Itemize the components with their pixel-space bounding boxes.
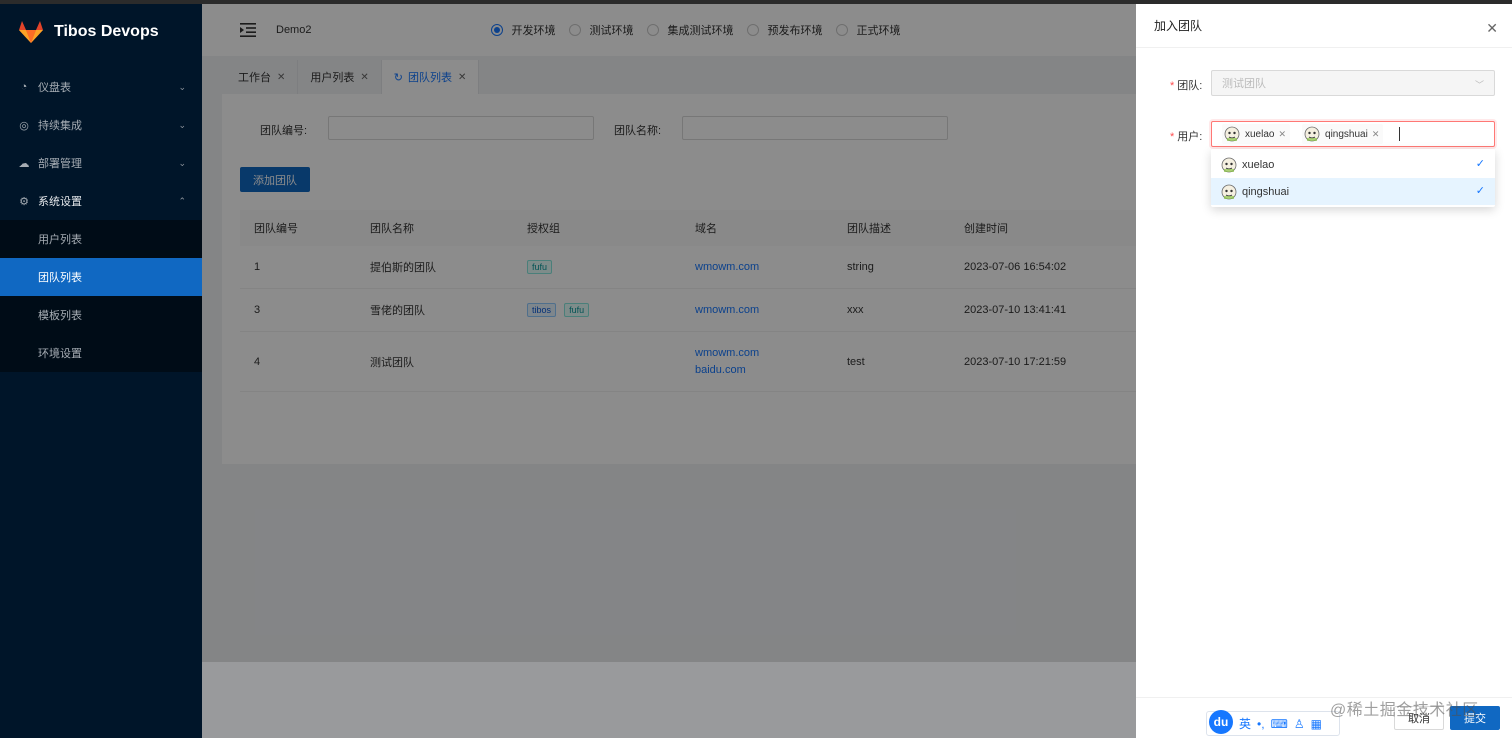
chip-label: qingshuai: [1325, 128, 1368, 140]
menu-item-settings[interactable]: ⚙ 系统设置 ⌃: [0, 182, 202, 220]
team-form-row: * 团队: 测试团队 ﹀: [1136, 70, 1512, 96]
drawer-title: 加入团队: [1136, 4, 1512, 48]
user-form-row: * 用户: xuelao ✕ qingshuai ✕: [1136, 121, 1512, 147]
text-caret: [1399, 127, 1401, 141]
join-team-drawer: 加入团队 ✕ * 团队: 测试团队 ﹀ * 用户: xuelao ✕ qingshu…: [1136, 4, 1512, 738]
sidebar-item-templates[interactable]: 模板列表: [0, 296, 202, 334]
remove-icon[interactable]: ✕: [1372, 129, 1380, 140]
user-field-label: * 用户:: [1170, 128, 1202, 144]
required-mark: *: [1170, 80, 1175, 92]
check-icon: ✓: [1475, 158, 1485, 170]
ime-grid-icon[interactable]: ▦: [1311, 717, 1322, 731]
sidebar-item-teams[interactable]: 团队列表: [0, 258, 202, 296]
ime-keyboard-icon[interactable]: ⌨: [1271, 717, 1288, 731]
drawer-mask[interactable]: [202, 4, 1136, 738]
app-title: Tibos Devops: [54, 23, 159, 40]
ime-punctuation-icon[interactable]: •,: [1257, 717, 1265, 731]
avatar: [1224, 126, 1240, 142]
user-option[interactable]: xuelao ✓: [1211, 151, 1495, 178]
cloud-icon: ☁: [18, 157, 30, 170]
ime-user-icon[interactable]: ♙: [1294, 717, 1305, 731]
settings-submenu: 用户列表 团队列表 模板列表 环境设置: [0, 220, 202, 372]
selected-user-chip: xuelao ✕: [1222, 124, 1291, 144]
chip-label: xuelao: [1245, 128, 1275, 140]
option-label: qingshuai: [1242, 185, 1290, 198]
ci-icon: ◎: [19, 119, 29, 132]
menu-item-dashboard[interactable]: ◔ 仪盘表 ⌄: [0, 68, 202, 106]
settings-icon: ⚙: [19, 195, 29, 208]
window-top-strip: [0, 0, 1512, 4]
team-field-label: * 团队:: [1170, 77, 1202, 93]
menu-label: 部署管理: [38, 158, 82, 170]
menu-label: 系统设置: [38, 196, 82, 208]
team-label-text: 团队:: [1177, 80, 1203, 92]
chevron-down-icon: ⌄: [178, 81, 186, 92]
close-icon[interactable]: ✕: [1486, 20, 1498, 37]
remove-icon[interactable]: ✕: [1278, 129, 1286, 140]
check-icon: ✓: [1475, 185, 1485, 197]
fox-logo-icon: [19, 21, 43, 43]
logo[interactable]: Tibos Devops: [0, 0, 202, 64]
required-mark: *: [1170, 131, 1175, 143]
chevron-down-icon: ⌄: [178, 119, 186, 130]
ime-logo[interactable]: du: [1209, 709, 1233, 734]
team-select-value: 测试团队: [1222, 78, 1266, 90]
option-label: xuelao: [1242, 158, 1275, 171]
sidebar: Tibos Devops ◔ 仪盘表 ⌄ ◎ 持续集成 ⌄ ☁ 部署管理 ⌄ ⚙…: [0, 0, 202, 738]
watermark: @稀土掘金技术社区: [1330, 702, 1479, 719]
avatar: [1221, 157, 1237, 172]
main-menu: ◔ 仪盘表 ⌄ ◎ 持续集成 ⌄ ☁ 部署管理 ⌄ ⚙ 系统设置 ⌃ 用户列表 …: [0, 68, 202, 372]
ime-language-toggle[interactable]: 英: [1239, 715, 1251, 732]
sidebar-item-users[interactable]: 用户列表: [0, 220, 202, 258]
user-multi-select[interactable]: xuelao ✕ qingshuai ✕: [1211, 121, 1495, 147]
dashboard-icon: ◔: [20, 81, 28, 93]
avatar: [1221, 184, 1237, 199]
selected-user-chip: qingshuai ✕: [1302, 124, 1384, 144]
avatar: [1304, 126, 1320, 142]
chevron-up-icon: ⌃: [178, 195, 186, 206]
menu-item-deploy[interactable]: ☁ 部署管理 ⌄: [0, 144, 202, 182]
team-select[interactable]: 测试团队 ﹀: [1211, 70, 1495, 96]
mask-footer-shade: [202, 662, 1136, 738]
ime-toolbar: du 英 •, ⌨ ♙ ▦: [1206, 709, 1340, 736]
user-option[interactable]: qingshuai ✓: [1211, 178, 1495, 205]
menu-item-ci[interactable]: ◎ 持续集成 ⌄: [0, 106, 202, 144]
user-dropdown: xuelao ✓ qingshuai ✓: [1211, 149, 1495, 207]
menu-label: 持续集成: [38, 120, 82, 132]
chevron-down-icon: ﹀: [1474, 80, 1484, 90]
menu-label: 仪盘表: [38, 82, 71, 94]
user-label-text: 用户:: [1177, 131, 1203, 143]
sidebar-item-environments[interactable]: 环境设置: [0, 334, 202, 372]
chevron-down-icon: ⌄: [178, 157, 186, 168]
